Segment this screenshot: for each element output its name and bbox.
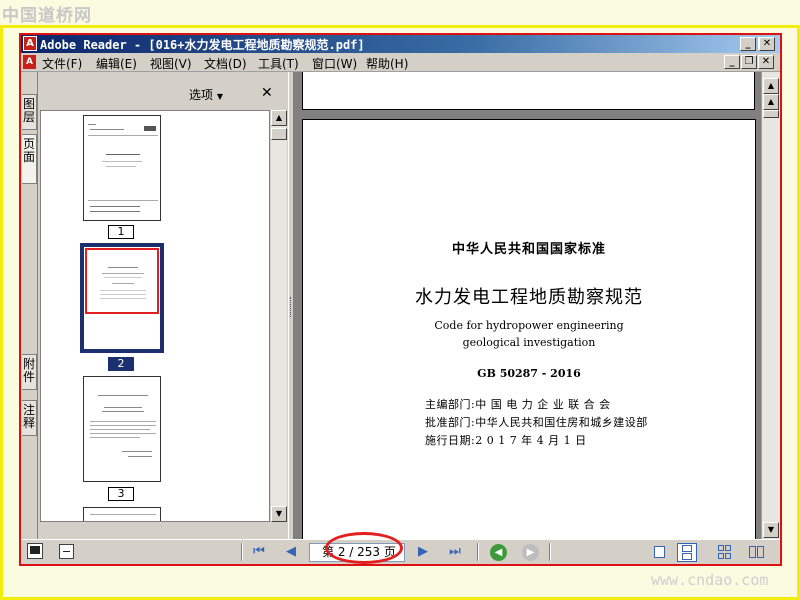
menu-bar: A 文件(F) 编辑(E) 视图(V) 文档(D) 工具(T) 窗口(W) 帮助… xyxy=(21,53,780,72)
menu-window[interactable]: 窗口(W) xyxy=(312,55,357,72)
visible-area-indicator[interactable] xyxy=(85,248,159,314)
continuous-facing-view-icon[interactable] xyxy=(747,543,767,562)
previous-page-bottom xyxy=(302,72,755,110)
english-title-line-2: geological investigation xyxy=(462,336,596,349)
document-view[interactable]: 中华人民共和国国家标准 水力发电工程地质勘察规范 Code for hydrop… xyxy=(294,72,761,539)
title-bar[interactable]: A Adobe Reader - [016+水力发电工程地质勘察规范.pdf] … xyxy=(21,35,780,53)
page-thumbnail-1[interactable] xyxy=(83,115,161,221)
previous-page-icon[interactable]: ◀ xyxy=(283,544,299,560)
menu-file[interactable]: 文件(F) xyxy=(42,55,82,72)
thumbnail-list[interactable]: 1 2 3 xyxy=(40,110,270,522)
standard-heading: 中华人民共和国国家标准 xyxy=(451,242,606,257)
single-page-view-icon[interactable] xyxy=(649,543,669,562)
watermark-logo-text: 中国道桥网 xyxy=(2,6,92,26)
close-button[interactable]: ✕ xyxy=(759,37,775,51)
page-size-icon[interactable] xyxy=(59,544,74,559)
main-area: 图层 页面 附件 注释 选项 ▼ ✕ 1 2 3 ▲ ▼ 中华人民共和国国家标准… xyxy=(21,72,780,539)
scroll-down-arrow-icon[interactable]: ▼ xyxy=(271,506,287,522)
chevron-down-icon: ▼ xyxy=(216,92,223,101)
thumbnail-3-label: 3 xyxy=(108,487,134,501)
current-page: 中华人民共和国国家标准 水力发电工程地质勘察规范 Code for hydrop… xyxy=(302,119,756,539)
doc-scroll-thumb[interactable] xyxy=(763,110,779,118)
menu-edit[interactable]: 编辑(E) xyxy=(96,55,137,72)
window-title: Adobe Reader - [016+水力发电工程地质勘察规范.pdf] xyxy=(40,38,365,52)
menu-help[interactable]: 帮助(H) xyxy=(366,55,408,72)
page-thumbnail-3[interactable] xyxy=(83,376,161,482)
tab-layers[interactable]: 图层 xyxy=(22,94,37,130)
side-tab-strip: 图层 页面 附件 注释 xyxy=(21,72,38,539)
doc-minimize-button[interactable]: _ xyxy=(724,55,740,69)
document-scrollbar[interactable]: ▲ ▲ ▼ xyxy=(761,72,780,539)
english-title-line-1: Code for hydropower engineering xyxy=(434,319,624,332)
thumbnail-scrollbar[interactable]: ▲ ▼ xyxy=(271,110,287,522)
continuous-view-icon[interactable] xyxy=(677,543,697,562)
editor-department: 主编部门:中 国 电 力 企 业 联 合 会 xyxy=(425,398,611,411)
splitter-grip-icon xyxy=(290,297,292,317)
menu-document[interactable]: 文档(D) xyxy=(204,55,247,72)
tab-pages-label: 页面 xyxy=(22,137,35,164)
status-separator xyxy=(549,543,551,561)
go-back-icon[interactable]: ◀ xyxy=(490,544,507,561)
adobe-reader-icon[interactable]: A xyxy=(23,36,37,51)
document-title: 水力发电工程地质勘察规范 xyxy=(415,287,643,308)
tab-comments-label: 注释 xyxy=(22,403,35,430)
tab-layers-label: 图层 xyxy=(22,97,35,124)
options-menu-button[interactable]: 选项 ▼ xyxy=(189,86,223,103)
document-icon[interactable]: A xyxy=(23,55,36,69)
close-panel-button[interactable]: ✕ xyxy=(261,85,273,101)
doc-scroll-up-arrow-icon[interactable]: ▲ xyxy=(763,94,779,110)
doc-restore-button[interactable]: ❐ xyxy=(741,55,757,69)
menu-view[interactable]: 视图(V) xyxy=(150,55,192,72)
menu-tools[interactable]: 工具(T) xyxy=(258,55,299,72)
go-forward-icon[interactable]: ▶ xyxy=(522,544,539,561)
minimize-button[interactable]: _ xyxy=(740,37,756,51)
doc-scroll-top-icon[interactable]: ▲ xyxy=(763,78,779,94)
first-page-icon[interactable]: ⏮ xyxy=(251,544,267,560)
options-label: 选项 xyxy=(189,88,214,102)
approving-department: 批准部门:中华人民共和国住房和城乡建设部 xyxy=(425,416,648,429)
scroll-up-arrow-icon[interactable]: ▲ xyxy=(271,110,287,126)
effective-date: 施行日期:2 0 1 7 年 4 月 1 日 xyxy=(425,434,587,447)
page-layout-icon[interactable] xyxy=(27,543,43,559)
tab-pages[interactable]: 页面 xyxy=(22,134,37,184)
tab-attachments-label: 附件 xyxy=(22,357,35,384)
doc-close-button[interactable]: ✕ xyxy=(758,55,774,69)
next-page-icon[interactable]: ▶ xyxy=(415,544,431,560)
page-thumbnail-2[interactable] xyxy=(83,246,161,350)
doc-scroll-down-arrow-icon[interactable]: ▼ xyxy=(763,522,779,538)
status-separator xyxy=(241,543,243,561)
scroll-thumb[interactable] xyxy=(271,128,287,140)
thumbnail-1-label: 1 xyxy=(108,225,134,239)
tab-comments[interactable]: 注释 xyxy=(22,400,37,436)
thumbnail-2-label: 2 xyxy=(108,357,134,371)
pages-panel: 选项 ▼ ✕ 1 2 3 ▲ ▼ xyxy=(39,72,288,539)
tab-attachments[interactable]: 附件 xyxy=(22,354,37,390)
facing-view-icon[interactable] xyxy=(715,543,735,562)
standard-code: GB 50287 - 2016 xyxy=(477,367,581,380)
page-number-highlight xyxy=(325,532,403,564)
last-page-icon[interactable]: ⏭ xyxy=(447,544,463,560)
status-separator xyxy=(477,543,479,561)
page-thumbnail-4[interactable] xyxy=(83,507,161,521)
